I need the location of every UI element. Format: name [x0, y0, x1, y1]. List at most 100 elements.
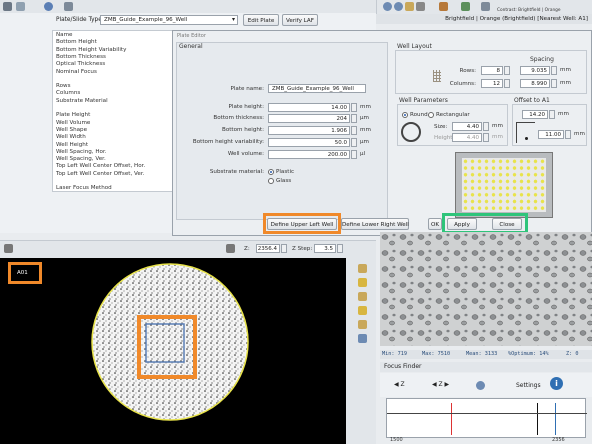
- rows-spacing-spinner[interactable]: [551, 66, 557, 75]
- general-title: General: [179, 43, 203, 50]
- grid-icon[interactable]: [461, 2, 470, 11]
- size-spinner[interactable]: [483, 122, 489, 131]
- grid-view-icon[interactable]: [4, 244, 13, 253]
- verify-laf-button[interactable]: Verify LAF: [282, 14, 318, 26]
- focus-plot: [386, 398, 587, 438]
- well-label: A01: [17, 270, 28, 276]
- focus-finder-header: Focus Finder: [380, 362, 592, 372]
- offset-x-unit: mm: [558, 111, 569, 117]
- rows-input[interactable]: 8: [481, 66, 503, 75]
- property-item: Columns: [56, 90, 81, 97]
- z-input[interactable]: 2356.4: [256, 244, 280, 253]
- plate-height-input[interactable]: 14.00: [268, 103, 350, 112]
- settings-label[interactable]: Settings: [516, 382, 541, 389]
- arrow-icon[interactable]: [3, 2, 12, 11]
- well-viewer[interactable]: A01: [0, 258, 346, 444]
- cells-image: [380, 232, 592, 346]
- bottom-thickness-input[interactable]: 204: [268, 114, 350, 123]
- well-volume-input[interactable]: 200.00: [268, 150, 350, 159]
- pen-icon[interactable]: [64, 2, 73, 11]
- columns-input[interactable]: 12: [481, 79, 503, 88]
- shape-round-label: Round: [410, 112, 428, 118]
- plate-wells-grid: [462, 158, 546, 212]
- size-input[interactable]: 4.40: [452, 122, 482, 131]
- field-label-bottom-height: Bottom height:: [221, 127, 264, 133]
- property-item: Optical Thickness: [56, 61, 106, 68]
- property-item: Laser Focus Method: [56, 185, 112, 192]
- target-icon[interactable]: [476, 381, 485, 390]
- z-down-button[interactable]: ◀ Z: [394, 381, 405, 388]
- offset-y-input[interactable]: 11.00: [538, 130, 564, 139]
- layers-icon[interactable]: [358, 292, 367, 301]
- settings-icon[interactable]: [481, 2, 490, 11]
- shape-rect-radio[interactable]: [428, 112, 434, 118]
- define-lower-right-button[interactable]: Define Lower Right Well: [341, 218, 409, 230]
- ok-button[interactable]: OK: [428, 218, 442, 230]
- columns-spinner[interactable]: [504, 79, 510, 88]
- bottom-height-input[interactable]: 1.906: [268, 126, 350, 135]
- field-label-bottom-height-variability: Bottom height variability:: [192, 139, 264, 145]
- property-item: Nominal Focus: [56, 68, 97, 75]
- height-input[interactable]: 4.40: [452, 133, 482, 142]
- plate-height-unit: mm: [360, 104, 371, 110]
- pin-icon[interactable]: [358, 334, 367, 343]
- overlay-icon[interactable]: [358, 320, 367, 329]
- columns-spacing-spinner[interactable]: [551, 79, 557, 88]
- bottom-height-variability-input[interactable]: 50.0: [268, 138, 350, 147]
- stat-optimum: %Optimum: 14%: [508, 351, 549, 357]
- shape-round-radio[interactable]: [402, 112, 408, 118]
- z-label: Z:: [244, 246, 250, 252]
- offset-x-input[interactable]: 14.20: [522, 110, 548, 119]
- z-spinner[interactable]: [281, 244, 287, 253]
- z-up-button[interactable]: ◀ Z ▶: [432, 381, 449, 388]
- edit-plate-button[interactable]: Edit Plate: [243, 14, 279, 26]
- cursor-icon[interactable]: [416, 2, 425, 11]
- target-icon[interactable]: [44, 2, 53, 11]
- focus-marker-red: [451, 403, 452, 435]
- tool-column: [346, 258, 376, 444]
- stat-max: Max: 7510: [422, 351, 451, 357]
- plate-height-spinner[interactable]: [351, 103, 357, 112]
- rows-spinner[interactable]: [504, 66, 510, 75]
- home-icon[interactable]: [405, 2, 414, 11]
- info-icon[interactable]: i: [550, 377, 563, 390]
- zoom-out-icon[interactable]: [394, 2, 403, 11]
- radio-dot-icon: [404, 114, 406, 116]
- well-grid-icon: [433, 70, 441, 82]
- move-icon[interactable]: [226, 244, 235, 253]
- bottom-height-variability-spinner[interactable]: [351, 138, 357, 147]
- height-spinner[interactable]: [483, 133, 489, 142]
- paint-icon[interactable]: [358, 306, 367, 315]
- well-volume-unit: µl: [360, 151, 366, 157]
- plate-editor-title: Plate Editor: [177, 33, 206, 39]
- measure-icon[interactable]: [358, 264, 367, 273]
- dots-icon[interactable]: [16, 2, 25, 11]
- offset-x-spinner[interactable]: [549, 110, 555, 119]
- stat-z: Z: 0: [566, 351, 579, 357]
- bottom-thickness-spinner[interactable]: [351, 114, 357, 123]
- property-item: Well Width: [56, 134, 86, 141]
- zoom-in-icon[interactable]: [383, 2, 392, 11]
- property-item: Top Left Well Center Offset, Ver.: [56, 170, 145, 177]
- rows-spacing-input[interactable]: 9.035: [520, 66, 550, 75]
- stat-min: Min: 719: [382, 351, 407, 357]
- zstep-input[interactable]: 3.5: [314, 244, 336, 253]
- plate-name-input[interactable]: ZMB_Guide_Example_96_Well: [268, 84, 366, 93]
- contrast-label: Contrast: Brightfield | Orange: [497, 8, 561, 13]
- zstep-spinner[interactable]: [337, 244, 343, 253]
- property-item: Well Volume: [56, 119, 91, 126]
- substrate-glass-radio[interactable]: [268, 178, 274, 184]
- color-icon[interactable]: [358, 278, 367, 287]
- well-volume-spinner[interactable]: [351, 150, 357, 159]
- offset-y-spinner[interactable]: [565, 130, 571, 139]
- bottom-height-variability-unit: µm: [360, 139, 370, 145]
- ruler-icon[interactable]: [439, 2, 448, 11]
- offset-y-unit: mm: [574, 131, 585, 137]
- focus-axis: [387, 413, 587, 414]
- substrate-plastic-radio[interactable]: [268, 169, 274, 175]
- plate-type-select[interactable]: ZMB_Guide_Example_96_Well ▾: [100, 15, 238, 25]
- substrate-plastic-label: Plastic: [276, 169, 295, 175]
- bottom-height-spinner[interactable]: [351, 126, 357, 135]
- columns-spacing-input[interactable]: 8.990: [520, 79, 550, 88]
- property-item: Rows: [56, 83, 71, 90]
